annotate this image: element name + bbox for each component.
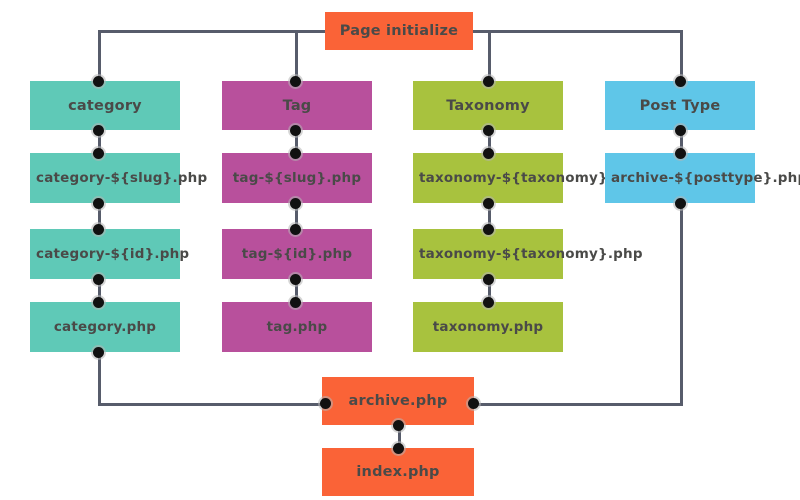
node-archive-php[interactable]: archive.php [322,377,474,425]
port-post-type-head-top [674,75,686,87]
node-label: index.php [356,464,440,480]
connector-top-bus-right [470,30,682,33]
node-post-type-head[interactable]: Post Type [605,81,755,130]
port-taxonomy-php-top [482,296,494,308]
port-tag-php-top [289,296,301,308]
node-tag-slug[interactable]: tag-${slug}.php [222,153,372,203]
node-index-php[interactable]: index.php [322,448,474,496]
port-post-type-head-bottom [674,124,686,136]
node-label: category.php [53,319,157,335]
port-taxonomy-tax-bottom [482,273,494,285]
node-label: tag-${id}.php [241,246,353,262]
node-label: archive-${posttype}.php [611,170,800,186]
port-category-slug-bottom [92,197,104,209]
port-archive-php-bottom [392,419,404,431]
port-tag-head-top [289,75,301,87]
port-taxonomy-head-bottom [482,124,494,136]
port-category-id-top [92,223,104,235]
connector-root-to-taxonomy [488,30,491,81]
node-category-head[interactable]: category [30,81,180,130]
port-archive-posttype-bottom [674,197,686,209]
port-taxonomy-term-bottom [482,197,494,209]
connector-category-down [98,352,101,405]
connector-right-to-archive [473,403,683,406]
connector-root-to-category [98,30,101,81]
node-label: taxonomy-${taxonomy}.php [419,246,643,262]
port-archive-posttype-top [674,147,686,159]
port-taxonomy-term-top [482,147,494,159]
port-category-php-top [92,296,104,308]
node-tag-id[interactable]: tag-${id}.php [222,229,372,279]
node-category-id[interactable]: category-${id}.php [30,229,190,279]
node-label: category [68,97,142,114]
port-tag-id-bottom [289,273,301,285]
node-label: taxonomy-${taxonomy}-${term}.php [419,170,715,186]
port-category-head-top [92,75,104,87]
node-label: archive.php [348,393,448,409]
node-label: tag-${slug}.php [232,170,362,186]
port-taxonomy-head-top [482,75,494,87]
node-label: Post Type [639,97,721,114]
port-archive-php-right [467,397,479,409]
node-tag-php[interactable]: tag.php [222,302,372,352]
node-tag-head[interactable]: Tag [222,81,372,130]
node-category-php[interactable]: category.php [30,302,180,352]
node-taxonomy-taxonomy[interactable]: taxonomy-${taxonomy}.php [413,229,643,279]
port-category-php-bottom [92,346,104,358]
port-archive-php-left [319,397,331,409]
port-tag-slug-top [289,147,301,159]
connector-root-to-posttype [680,30,683,81]
connector-root-to-tag [295,30,298,81]
node-page-initialize[interactable]: Page initialize [325,12,473,50]
port-taxonomy-tax-top [482,223,494,235]
connector-left-to-archive [98,403,325,406]
port-category-slug-top [92,147,104,159]
node-label: Taxonomy [446,97,530,114]
node-label: tag.php [266,319,328,335]
node-category-slug[interactable]: category-${slug}.php [30,153,208,203]
connector-top-bus-left [98,30,328,33]
port-category-head-bottom [92,124,104,136]
template-hierarchy-diagram: Page initialize category category-${slug… [0,0,800,500]
node-taxonomy-head[interactable]: Taxonomy [413,81,563,130]
port-tag-id-top [289,223,301,235]
port-index-php-top [392,442,404,454]
node-taxonomy-term[interactable]: taxonomy-${taxonomy}-${term}.php [413,153,715,203]
connector-posttype-down [680,203,683,405]
node-archive-posttype[interactable]: archive-${posttype}.php [605,153,800,203]
port-tag-slug-bottom [289,197,301,209]
node-label: Page initialize [339,23,459,39]
port-category-id-bottom [92,273,104,285]
node-taxonomy-php[interactable]: taxonomy.php [413,302,563,352]
node-label: category-${id}.php [36,246,190,262]
node-label: taxonomy.php [432,319,544,335]
node-label: category-${slug}.php [36,170,208,186]
port-tag-head-bottom [289,124,301,136]
node-label: Tag [282,97,312,114]
